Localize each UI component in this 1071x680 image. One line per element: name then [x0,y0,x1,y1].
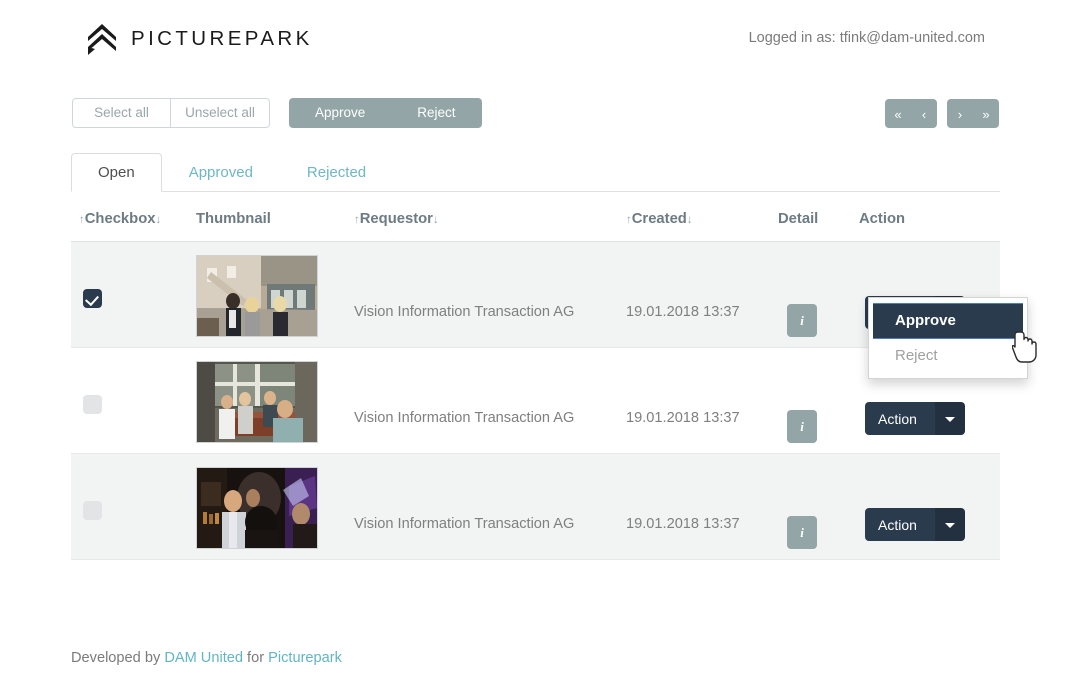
column-header-checkbox[interactable]: ↑Checkbox↓ [79,211,161,227]
sort-desc-icon: ↓ [432,214,439,226]
pagination-last-icon[interactable]: » [973,99,999,128]
row-checkbox-cell [83,501,102,520]
pagination-backward-group: « ‹ [885,99,937,128]
row-select-checkbox[interactable] [83,289,102,308]
pagination-controls: « ‹ › » [885,99,999,128]
footer-link-dam-united[interactable]: DAM United [164,650,243,666]
page-header: PICTUREPARK Logged in as: tfink@dam-unit… [0,0,1071,78]
row-select-checkbox[interactable] [83,501,102,520]
picturepark-house-mark-icon [86,22,118,56]
detail-info-button[interactable]: i [787,516,817,549]
action-split-button: Action [865,402,965,435]
table-header-row: ↑Checkbox↓ Thumbnail ↑Requestor↓ ↑Create… [71,200,1000,242]
footer-link-picturepark[interactable]: Picturepark [268,650,342,666]
row-thumbnail[interactable] [196,255,318,337]
chevron-down-icon[interactable] [935,402,965,435]
chevron-down-icon[interactable] [935,508,965,541]
row-requestor: Vision Information Transaction AG [354,304,575,320]
dropdown-item-reject[interactable]: Reject [869,339,1027,373]
row-requestor: Vision Information Transaction AG [354,516,575,532]
row-checkbox-cell [83,395,102,414]
tab-open[interactable]: Open [71,153,162,192]
pagination-prev-icon[interactable]: ‹ [911,99,937,128]
row-detail-cell: i [787,304,817,337]
column-header-thumbnail: Thumbnail [196,211,271,227]
tab-approved[interactable]: Approved [162,153,280,192]
brand-logo[interactable]: PICTUREPARK [86,22,313,56]
dropdown-item-approve[interactable]: Approve [873,303,1023,339]
column-header-requestor[interactable]: ↑Requestor↓ [354,211,439,227]
bulk-reject-button[interactable]: Reject [391,98,481,128]
unselect-all-button[interactable]: Unselect all [171,98,270,128]
app-page: PICTUREPARK Logged in as: tfink@dam-unit… [0,0,1071,680]
row-detail-cell: i [787,410,817,443]
detail-info-button[interactable]: i [787,410,817,443]
tab-rejected[interactable]: Rejected [280,153,393,192]
action-button[interactable]: Action [865,508,935,541]
footer: Developed by DAM United for Picturepark [71,650,342,666]
sort-desc-icon: ↓ [686,214,693,226]
pagination-next-icon[interactable]: › [947,99,973,128]
footer-prefix: Developed by [71,650,165,666]
bulk-approve-button[interactable]: Approve [289,98,391,128]
action-dropdown-menu: Approve Reject [868,297,1028,379]
row-requestor: Vision Information Transaction AG [354,410,575,426]
selection-button-group: Select all Unselect all [72,98,270,128]
table-row[interactable]: Vision Information Transaction AG 19.01.… [71,454,1000,560]
column-header-created[interactable]: ↑Created↓ [626,211,693,227]
action-split-button: Action [865,508,965,541]
select-all-button[interactable]: Select all [72,98,171,128]
bulk-decision-button-group: Approve Reject [289,98,482,128]
footer-middle: for [242,650,269,666]
pagination-forward-group: › » [947,99,999,128]
row-action-cell: Action [865,402,965,435]
logged-in-user: Logged in as: tfink@dam-united.com [748,30,985,46]
requests-table: ↑Checkbox↓ Thumbnail ↑Requestor↓ ↑Create… [71,200,1000,560]
table-row[interactable]: Vision Information Transaction AG 19.01.… [71,242,1000,348]
row-detail-cell: i [787,516,817,549]
table-row[interactable]: Vision Information Transaction AG 19.01.… [71,348,1000,454]
column-header-created-label: Created [631,211,687,227]
pagination-first-icon[interactable]: « [885,99,911,128]
row-thumbnail[interactable] [196,467,318,549]
column-header-checkbox-label: Checkbox [84,211,156,227]
column-header-action: Action [859,211,906,227]
row-thumbnail[interactable] [196,361,318,443]
brand-name: PICTUREPARK [131,27,313,50]
action-button[interactable]: Action [865,402,935,435]
detail-info-button[interactable]: i [787,304,817,337]
row-select-checkbox[interactable] [83,395,102,414]
row-action-cell: Action [865,508,965,541]
column-header-requestor-label: Requestor [359,211,433,227]
status-tabs: Open Approved Rejected [71,153,1000,192]
row-created: 19.01.2018 13:37 [626,304,740,320]
sort-desc-icon: ↓ [155,214,162,226]
row-created: 19.01.2018 13:37 [626,516,740,532]
row-checkbox-cell [83,289,102,308]
row-created: 19.01.2018 13:37 [626,410,740,426]
action-toolbar: Select all Unselect all Approve Reject [72,98,482,128]
column-header-detail: Detail [778,211,819,227]
